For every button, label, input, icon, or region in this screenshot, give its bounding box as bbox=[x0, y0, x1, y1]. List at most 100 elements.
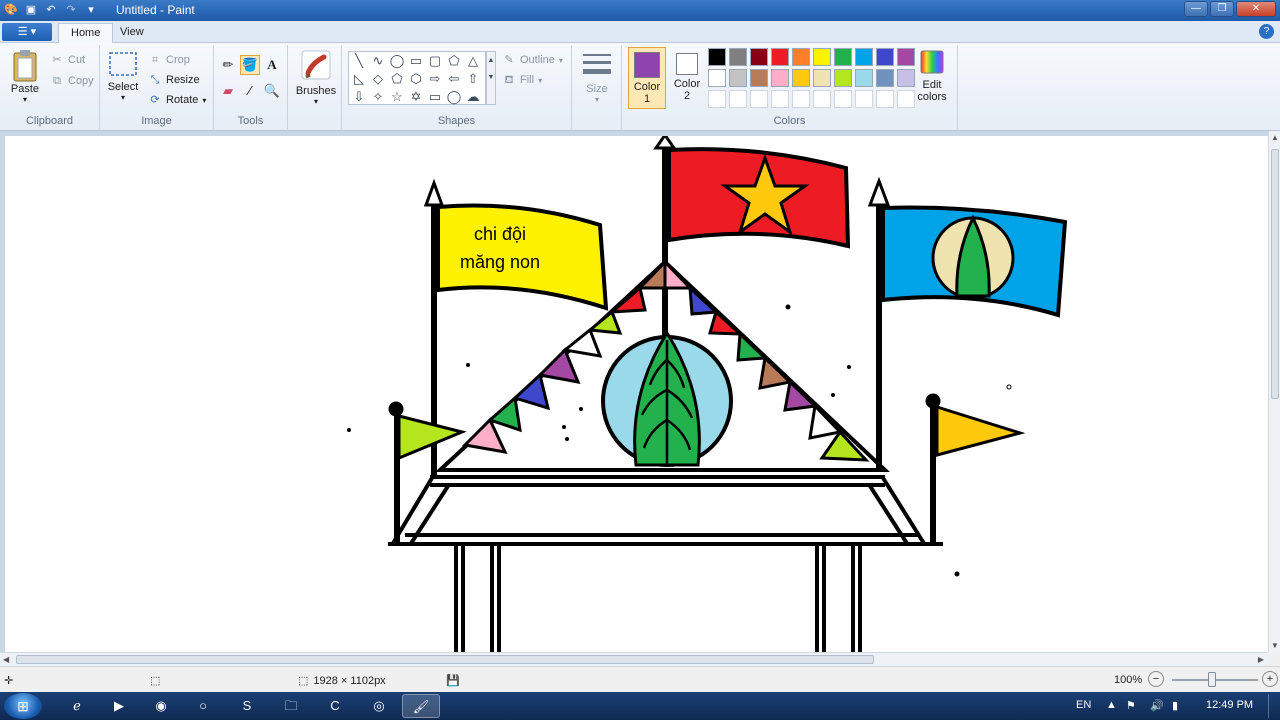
tray-expand-icon[interactable]: ▲ bbox=[1106, 699, 1117, 711]
maximize-button[interactable]: ❐ bbox=[1210, 1, 1234, 17]
unknown-app-icon[interactable]: ○ bbox=[184, 694, 222, 718]
vertical-scrollbar[interactable]: ▲ ▼ bbox=[1268, 131, 1280, 652]
palette-swatch[interactable] bbox=[771, 90, 789, 108]
internet-explorer-icon[interactable]: ℯ bbox=[58, 694, 96, 718]
palette-swatch[interactable] bbox=[771, 69, 789, 87]
minimize-button[interactable]: — bbox=[1184, 1, 1208, 17]
paint-icon[interactable]: 🖌 bbox=[402, 694, 440, 718]
color-picker-icon[interactable]: ⁄ bbox=[240, 81, 260, 101]
tab-home[interactable]: Home bbox=[58, 23, 114, 44]
palette-swatch[interactable] bbox=[876, 48, 894, 66]
callout-rectangle-shape-icon[interactable]: ▭ bbox=[426, 88, 444, 106]
chrome-icon[interactable]: ◉ bbox=[142, 694, 180, 718]
palette-swatch[interactable] bbox=[855, 69, 873, 87]
line-shape-icon[interactable]: ╲ bbox=[350, 52, 368, 70]
six-point-star-shape-icon[interactable]: ✡ bbox=[407, 88, 425, 106]
palette-swatch[interactable] bbox=[750, 90, 768, 108]
fill-button[interactable]: ⛾ Fill ▾ bbox=[502, 73, 543, 87]
action-center-icon[interactable]: ⚑ bbox=[1126, 699, 1136, 712]
palette-swatch[interactable] bbox=[792, 48, 810, 66]
redo-icon[interactable]: ↷ bbox=[64, 3, 78, 17]
palette-swatch[interactable] bbox=[834, 48, 852, 66]
palette-swatch[interactable] bbox=[771, 48, 789, 66]
palette-swatch[interactable] bbox=[708, 69, 726, 87]
color1-button[interactable]: Color 1 bbox=[628, 47, 666, 109]
size-button[interactable]: Size ▾ bbox=[578, 51, 616, 104]
palette-swatch[interactable] bbox=[708, 90, 726, 108]
zoom-in-button[interactable]: + bbox=[1262, 671, 1278, 687]
help-icon[interactable]: ? bbox=[1259, 24, 1274, 39]
pentagon-shape-icon[interactable]: ⬠ bbox=[388, 70, 406, 88]
palette-swatch[interactable] bbox=[729, 90, 747, 108]
copy-button[interactable]: ⧉ Copy bbox=[50, 74, 94, 88]
paint-menu-button[interactable]: ☰ ▾ bbox=[2, 23, 52, 41]
scroll-up-icon[interactable]: ▲ bbox=[1271, 133, 1279, 142]
zoom-out-button[interactable]: − bbox=[1148, 671, 1164, 687]
left-arrow-shape-icon[interactable]: ⇦ bbox=[445, 70, 463, 88]
outline-button[interactable]: ✎ Outline ▾ bbox=[502, 53, 562, 67]
rounded-rectangle-shape-icon[interactable]: ▢ bbox=[426, 52, 444, 70]
palette-swatch[interactable] bbox=[792, 69, 810, 87]
unknown-app-icon-2[interactable]: ◎ bbox=[360, 694, 398, 718]
rotate-button[interactable]: ⟳ Rotate ▾ bbox=[148, 93, 206, 107]
color2-button[interactable]: Color 2 bbox=[668, 47, 706, 109]
fill-bucket-icon[interactable]: 🪣 bbox=[240, 55, 260, 75]
polygon-shape-icon[interactable]: ⬠ bbox=[445, 52, 463, 70]
palette-swatch[interactable] bbox=[876, 69, 894, 87]
palette-swatch[interactable] bbox=[729, 48, 747, 66]
palette-swatch[interactable] bbox=[729, 69, 747, 87]
palette-swatch[interactable] bbox=[855, 48, 873, 66]
triangle-shape-icon[interactable]: △ bbox=[464, 52, 482, 70]
undo-icon[interactable]: ↶ bbox=[44, 3, 58, 17]
clock[interactable]: 12:49 PM bbox=[1206, 699, 1253, 711]
select-button[interactable]: Select ▾ bbox=[106, 51, 140, 102]
customize-icon[interactable]: ▾ bbox=[84, 3, 98, 17]
scroll-left-icon[interactable]: ◀ bbox=[3, 655, 9, 664]
palette-swatch[interactable] bbox=[750, 48, 768, 66]
right-arrow-shape-icon[interactable]: ⇨ bbox=[426, 70, 444, 88]
close-button[interactable]: ✕ bbox=[1236, 1, 1276, 17]
skype-icon[interactable]: S bbox=[228, 694, 266, 718]
vertical-scroll-thumb[interactable] bbox=[1271, 149, 1279, 399]
tab-view[interactable]: View bbox=[108, 23, 156, 44]
palette-swatch[interactable] bbox=[834, 90, 852, 108]
palette-swatch[interactable] bbox=[855, 90, 873, 108]
palette-swatch[interactable] bbox=[897, 69, 915, 87]
file-explorer-icon[interactable]: 🗀 bbox=[272, 694, 310, 718]
camtasia-icon[interactable]: C bbox=[316, 694, 354, 718]
media-player-icon[interactable]: ▶ bbox=[100, 694, 138, 718]
shapes-scroll[interactable]: ▲ ▼ bbox=[486, 51, 496, 105]
scroll-down-icon[interactable]: ▼ bbox=[1271, 641, 1279, 650]
brushes-button[interactable]: Brushes ▾ bbox=[294, 49, 338, 106]
horizontal-scrollbar[interactable]: ◀ ▶ bbox=[0, 652, 1268, 666]
rectangle-shape-icon[interactable]: ▭ bbox=[407, 52, 425, 70]
zoom-slider-thumb[interactable] bbox=[1208, 672, 1216, 687]
eraser-icon[interactable]: ▰ bbox=[218, 81, 238, 101]
horizontal-scroll-thumb[interactable] bbox=[16, 655, 874, 664]
cut-button[interactable]: ✂ Cut bbox=[50, 53, 85, 67]
callout-oval-shape-icon[interactable]: ◯ bbox=[445, 88, 463, 106]
scroll-right-icon[interactable]: ▶ bbox=[1258, 655, 1264, 664]
palette-swatch[interactable] bbox=[834, 69, 852, 87]
network-icon[interactable]: ▮ bbox=[1172, 699, 1178, 712]
palette-swatch[interactable] bbox=[750, 69, 768, 87]
edit-colors-button[interactable]: Edit colors bbox=[912, 49, 952, 103]
palette-swatch[interactable] bbox=[813, 69, 831, 87]
palette-swatch[interactable] bbox=[876, 90, 894, 108]
palette-swatch[interactable] bbox=[792, 90, 810, 108]
four-point-star-shape-icon[interactable]: ✧ bbox=[369, 88, 387, 106]
down-arrow-shape-icon[interactable]: ⇩ bbox=[350, 88, 368, 106]
palette-swatch[interactable] bbox=[708, 48, 726, 66]
text-tool-icon[interactable]: A bbox=[262, 55, 282, 75]
palette-swatch[interactable] bbox=[897, 90, 915, 108]
paint-app-icon[interactable]: 🎨 bbox=[4, 3, 18, 17]
show-desktop-button[interactable] bbox=[1268, 694, 1278, 718]
up-arrow-shape-icon[interactable]: ⇧ bbox=[464, 70, 482, 88]
magnifier-icon[interactable]: 🔍 bbox=[262, 81, 282, 101]
right-triangle-shape-icon[interactable]: ◺ bbox=[350, 70, 368, 88]
crop-button[interactable]: ⌗ Crop bbox=[148, 53, 190, 67]
language-indicator[interactable]: EN bbox=[1076, 699, 1091, 711]
hexagon-shape-icon[interactable]: ⬡ bbox=[407, 70, 425, 88]
drawing-canvas[interactable]: chi đội măng non bbox=[5, 132, 1268, 652]
resize-button[interactable]: ⤡ Resize bbox=[148, 73, 200, 87]
